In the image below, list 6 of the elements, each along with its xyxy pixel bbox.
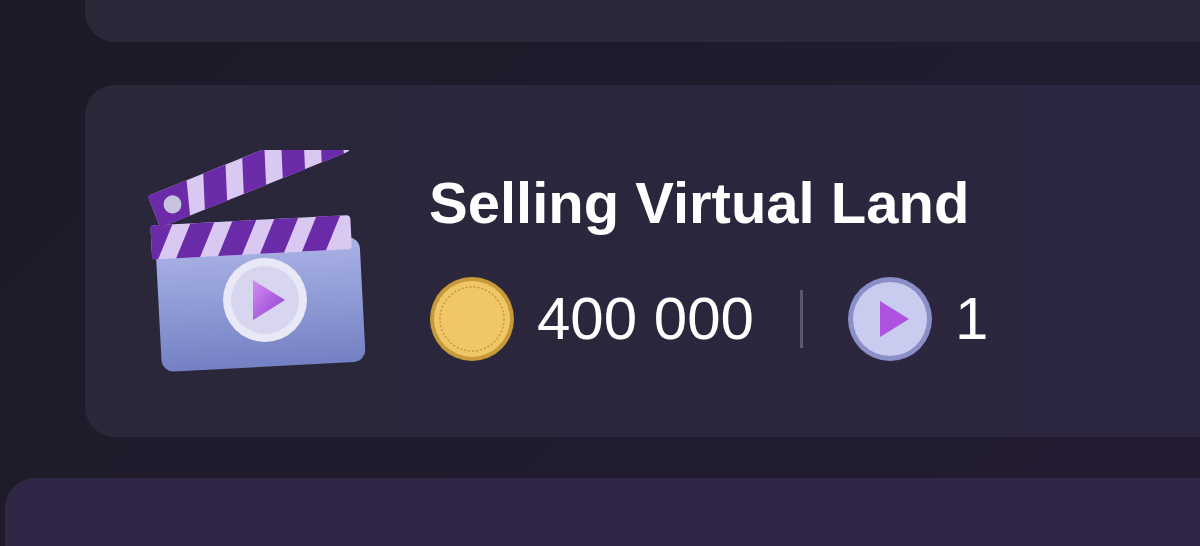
reward-amount: 400 000 [537,284,754,353]
task-title: Selling Virtual Land [429,168,971,236]
coin-icon [429,275,515,362]
task-card[interactable]: Selling Virtual Land 400 000 1 [85,85,1200,437]
reward-amount: 1 [954,284,989,353]
play-token-icon [846,275,933,362]
